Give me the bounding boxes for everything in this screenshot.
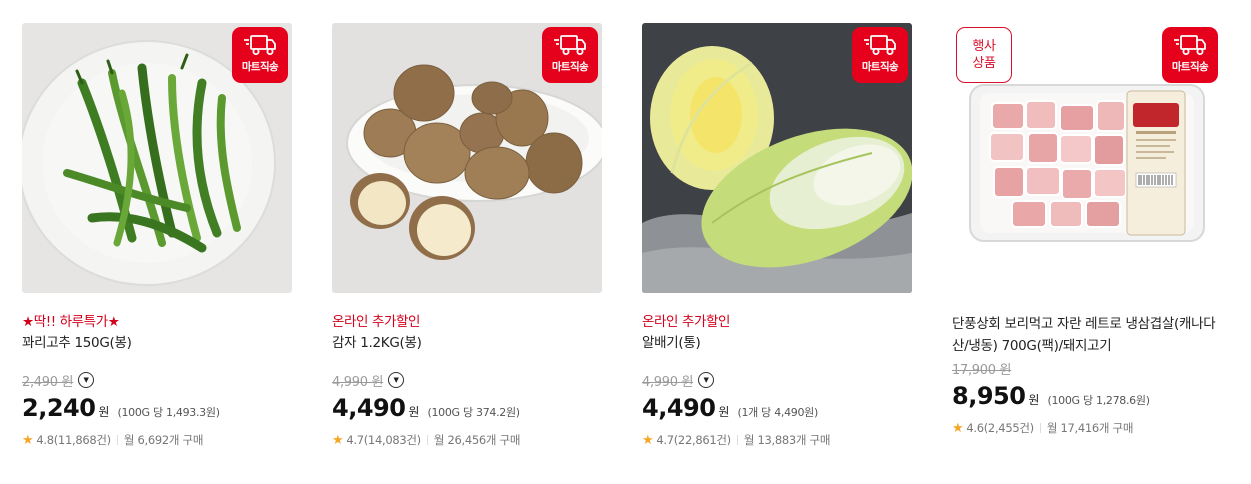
product-grid: 마트직송 ★딱!! 하루특가★ 꽈리고추 150G(봉) 2,490 원 ▼ 2… xyxy=(0,0,1251,484)
unit-price: (100G 당 1,278.6원) xyxy=(1047,394,1150,407)
monthly-purchases: 월 6,692개 구매 xyxy=(123,433,204,447)
delivery-truck-icon xyxy=(864,35,896,55)
rating-text: 4.6(2,455건) xyxy=(966,421,1034,435)
unit-price: (100G 당 1,493.3원) xyxy=(117,406,220,419)
star-icon: ★ xyxy=(952,420,964,436)
event-product-badge: 행사 상품 xyxy=(956,27,1012,83)
sale-price: 4,490 xyxy=(332,394,406,422)
product-image[interactable]: 행사 상품 마트직송 xyxy=(952,23,1222,293)
monthly-purchases: 월 13,883개 구매 xyxy=(743,433,831,447)
product-card[interactable]: 마트직송 ★딱!! 하루특가★ 꽈리고추 150G(봉) 2,490 원 ▼ 2… xyxy=(22,23,292,448)
product-image[interactable]: 마트직송 xyxy=(22,23,292,293)
price-info-icon[interactable]: ▼ xyxy=(78,372,95,388)
divider xyxy=(116,435,118,445)
original-price: 2,490 원 xyxy=(22,374,74,390)
unit-price: (1개 당 4,490원) xyxy=(737,406,818,419)
divider xyxy=(426,435,428,445)
product-card[interactable]: 행사 상품 마트직송 단풍상회 보리먹고 자란 레트로 냉삼겹살(캐나다산/냉동… xyxy=(952,23,1222,436)
promo-label: 온라인 추가할인 xyxy=(642,314,731,330)
unit-price: (100G 당 374.2원) xyxy=(427,406,520,419)
divider xyxy=(736,435,738,445)
direct-delivery-badge: 마트직송 xyxy=(1162,27,1218,83)
currency-label: 원 xyxy=(408,405,420,419)
product-card[interactable]: 마트직송 온라인 추가할인 감자 1.2KG(봉) 4,990 원 ▼ 4,49… xyxy=(332,23,602,448)
price-info-icon[interactable]: ▼ xyxy=(388,372,405,388)
star-icon: ★ xyxy=(332,432,344,448)
product-title[interactable]: 알배기(통) xyxy=(642,332,912,354)
delivery-truck-icon xyxy=(244,35,276,55)
direct-delivery-badge: 마트직송 xyxy=(232,27,288,83)
currency-label: 원 xyxy=(98,405,110,419)
original-price: 17,900 원 xyxy=(952,362,1012,378)
promo-label: ★딱!! 하루특가★ xyxy=(22,314,120,330)
product-card[interactable]: 마트직송 온라인 추가할인 알배기(통) 4,990 원 ▼ 4,490 원 (… xyxy=(642,23,912,448)
product-title[interactable]: 감자 1.2KG(봉) xyxy=(332,332,602,354)
divider xyxy=(1039,423,1041,433)
delivery-truck-icon xyxy=(1174,35,1206,55)
currency-label: 원 xyxy=(718,405,730,419)
sale-price: 8,950 xyxy=(952,382,1026,410)
currency-label: 원 xyxy=(1028,393,1040,407)
sale-price: 4,490 xyxy=(642,394,716,422)
star-icon: ★ xyxy=(22,432,34,448)
star-icon: ★ xyxy=(642,432,654,448)
direct-delivery-badge: 마트직송 xyxy=(852,27,908,83)
product-title[interactable]: 단풍상회 보리먹고 자란 레트로 냉삼겹살(캐나다산/냉동) 700G(팩)/돼… xyxy=(952,313,1222,357)
price-info-icon[interactable]: ▼ xyxy=(698,372,715,388)
product-image[interactable]: 마트직송 xyxy=(642,23,912,293)
original-price: 4,990 원 xyxy=(642,374,694,390)
rating-text: 4.7(22,861건) xyxy=(656,433,731,447)
monthly-purchases: 월 26,456개 구매 xyxy=(433,433,521,447)
monthly-purchases: 월 17,416개 구매 xyxy=(1046,421,1134,435)
rating-text: 4.8(11,868건) xyxy=(36,433,111,447)
direct-delivery-badge: 마트직송 xyxy=(542,27,598,83)
delivery-truck-icon xyxy=(554,35,586,55)
product-title[interactable]: 꽈리고추 150G(봉) xyxy=(22,332,292,354)
original-price: 4,990 원 xyxy=(332,374,384,390)
product-image[interactable]: 마트직송 xyxy=(332,23,602,293)
promo-label: 온라인 추가할인 xyxy=(332,314,421,330)
rating-text: 4.7(14,083건) xyxy=(346,433,421,447)
sale-price: 2,240 xyxy=(22,394,96,422)
